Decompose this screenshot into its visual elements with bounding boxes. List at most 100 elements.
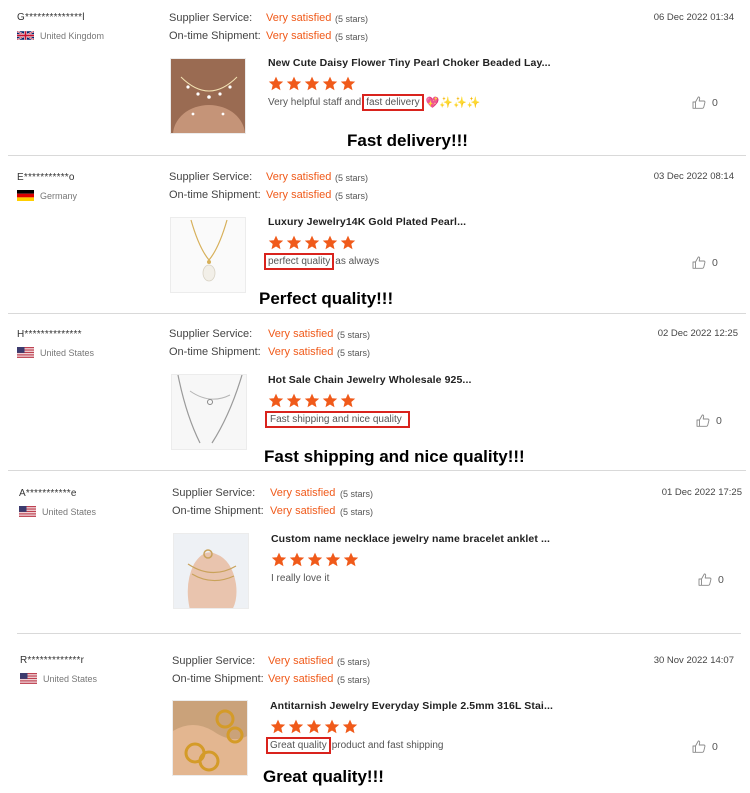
review-text: I really love it (271, 573, 329, 584)
like-button[interactable]: 0 (696, 414, 722, 427)
star-icon (343, 552, 359, 567)
star-icon (322, 76, 338, 91)
reviewer-name: A***********e (19, 488, 77, 499)
ontime-shipment-label: On-time Shipment: (169, 30, 261, 42)
reviewer-name: G**************l (17, 12, 85, 23)
like-button[interactable]: 0 (692, 96, 718, 109)
reviewer-country: United States (20, 673, 97, 684)
product-title[interactable]: Hot Sale Chain Jewelry Wholesale 925... (268, 374, 471, 386)
star-icon (304, 235, 320, 250)
caption-text: Great quality!!! (263, 767, 384, 786)
supplier-service-stars: (5 stars) (337, 657, 371, 667)
thumbs-up-icon (692, 96, 706, 109)
review-card: R*************r United States Supplier S… (0, 634, 750, 793)
like-button[interactable]: 0 (692, 256, 718, 269)
country-name: Germany (40, 190, 78, 201)
uk-flag-icon (17, 30, 34, 41)
ontime-shipment-stars: (5 stars) (337, 675, 371, 685)
review-text-highlight: Great quality (266, 737, 331, 754)
review-text-highlight: perfect quality (264, 253, 335, 270)
country-name: United States (40, 347, 95, 358)
us-flag-icon (17, 347, 34, 358)
product-title[interactable]: Luxury Jewelry14K Gold Plated Pearl... (268, 216, 466, 228)
star-icon (306, 719, 322, 734)
star-icon (286, 393, 302, 408)
thumbs-up-icon (698, 573, 712, 586)
thumbs-up-icon (696, 414, 710, 427)
reviewer-country: United States (19, 506, 96, 517)
product-title[interactable]: New Cute Daisy Flower Tiny Pearl Choker … (268, 57, 551, 69)
star-icon (286, 76, 302, 91)
product-title[interactable]: Custom name necklace jewelry name bracel… (271, 533, 550, 545)
product-thumbnail[interactable] (172, 700, 248, 776)
ontime-shipment-value: Very satisfied (268, 346, 334, 358)
review-date: 02 Dec 2022 12:25 (657, 328, 738, 339)
ontime-shipment-stars: (5 stars) (337, 348, 371, 358)
product-title[interactable]: Antitarnish Jewelry Everyday Simple 2.5m… (270, 700, 553, 712)
ontime-shipment-label: On-time Shipment: (172, 673, 264, 685)
star-icon (342, 719, 358, 734)
product-thumbnail[interactable] (171, 374, 247, 450)
star-icon (307, 552, 323, 567)
supplier-service-stars: (5 stars) (340, 489, 374, 499)
review-card: A***********e United States Supplier Ser… (0, 471, 750, 634)
ontime-shipment-stars: (5 stars) (340, 507, 374, 517)
reviewer-name: E***********o (17, 172, 75, 183)
supplier-service-label: Supplier Service: (169, 171, 253, 183)
ontime-shipment-stars: (5 stars) (335, 32, 369, 42)
review-text-highlight: Fast shipping and nice quality (265, 411, 410, 428)
review-date: 06 Dec 2022 01:34 (653, 12, 734, 23)
supplier-service-value: Very satisfied (268, 655, 334, 667)
product-thumbnail[interactable] (173, 533, 249, 609)
caption-text: Fast delivery!!! (347, 131, 468, 150)
product-thumbnail[interactable] (170, 58, 246, 134)
like-button[interactable]: 0 (692, 740, 718, 753)
star-icon (324, 719, 340, 734)
star-icon (268, 76, 284, 91)
star-icon (288, 719, 304, 734)
star-rating (271, 552, 359, 567)
thumbs-up-icon (692, 740, 706, 753)
star-icon (322, 235, 338, 250)
review-card: H************** United States Supplier S… (0, 314, 750, 471)
supplier-service-label: Supplier Service: (169, 12, 253, 24)
supplier-service-value: Very satisfied (266, 171, 332, 183)
review-text: Great quality product and fast shipping (265, 737, 443, 754)
star-icon (268, 235, 284, 250)
ontime-shipment-value: Very satisfied (270, 505, 336, 517)
product-thumbnail[interactable] (170, 217, 246, 293)
caption-text: Perfect quality!!! (259, 289, 394, 308)
star-rating (270, 719, 358, 734)
supplier-service-value: Very satisfied (266, 12, 332, 24)
us-flag-icon (19, 506, 36, 517)
supplier-service-stars: (5 stars) (335, 173, 369, 183)
like-count: 0 (712, 256, 718, 269)
supplier-service-label: Supplier Service: (172, 487, 256, 499)
ontime-shipment-label: On-time Shipment: (172, 505, 264, 517)
supplier-service-value: Very satisfied (268, 328, 334, 340)
country-name: United States (43, 673, 98, 684)
star-icon (289, 552, 305, 567)
ontime-shipment-value: Very satisfied (266, 189, 332, 201)
ontime-shipment-value: Very satisfied (266, 30, 332, 42)
star-icon (286, 235, 302, 250)
star-icon (322, 393, 338, 408)
star-icon (340, 76, 356, 91)
reviewer-name: H************** (17, 329, 82, 340)
star-icon (304, 76, 320, 91)
review-date: 01 Dec 2022 17:25 (661, 487, 742, 498)
star-icon (325, 552, 341, 567)
review-text-after: product and fast shipping (331, 740, 444, 751)
ontime-shipment-label: On-time Shipment: (169, 189, 261, 201)
reviewer-country: United Kingdom (17, 30, 104, 41)
review-date: 03 Dec 2022 08:14 (653, 171, 734, 182)
star-icon (340, 235, 356, 250)
review-text-before: Very helpful staff and (268, 97, 362, 108)
supplier-service-stars: (5 stars) (335, 14, 369, 24)
like-count: 0 (718, 573, 724, 586)
supplier-service-label: Supplier Service: (172, 655, 256, 667)
like-count: 0 (712, 96, 718, 109)
country-name: United States (42, 506, 97, 517)
thumbs-up-icon (692, 256, 706, 269)
like-button[interactable]: 0 (698, 573, 724, 586)
